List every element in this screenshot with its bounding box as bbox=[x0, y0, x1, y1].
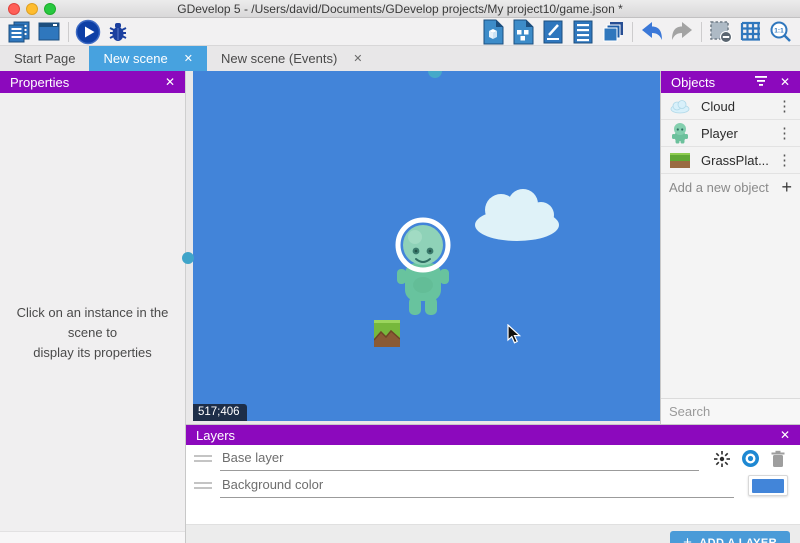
play-preview-icon[interactable] bbox=[73, 19, 103, 45]
cursor-coordinates: 517;406 bbox=[193, 404, 247, 421]
zoom-reset-icon[interactable]: 1:1 bbox=[766, 19, 796, 45]
debug-icon[interactable] bbox=[103, 19, 133, 45]
panel-resize-handle-left[interactable] bbox=[182, 252, 194, 264]
start-page-icon[interactable] bbox=[34, 19, 64, 45]
object-groups-icon[interactable] bbox=[598, 19, 628, 45]
drag-handle-icon[interactable] bbox=[194, 479, 212, 492]
layer-delete-icon[interactable] bbox=[770, 450, 786, 468]
tab-new-scene[interactable]: New scene ✕ bbox=[89, 46, 207, 71]
layer-visibility-icon[interactable] bbox=[741, 449, 760, 468]
cloud-instance[interactable] bbox=[465, 186, 561, 242]
grass-platform-object-icon bbox=[667, 152, 693, 169]
object-label: Cloud bbox=[693, 99, 775, 114]
scene-canvas[interactable]: 517;406 bbox=[193, 71, 660, 421]
grid-icon[interactable] bbox=[736, 19, 766, 45]
properties-empty-message: Click on an instance in the scene to dis… bbox=[0, 303, 185, 363]
layers-panel-title: Layers bbox=[196, 428, 235, 443]
drag-handle-icon[interactable] bbox=[194, 452, 212, 465]
undo-icon[interactable] bbox=[637, 19, 667, 45]
objects-panel: Objects ✕ Cloud ⋮ bbox=[660, 71, 800, 424]
window-title: GDevelop 5 - /Users/david/Documents/GDev… bbox=[177, 2, 623, 16]
events-list-icon[interactable] bbox=[568, 19, 598, 45]
redo-icon[interactable] bbox=[667, 19, 697, 45]
background-color-swatch[interactable] bbox=[748, 475, 788, 496]
properties-panel-title: Properties bbox=[10, 75, 69, 90]
macos-minimize-button[interactable] bbox=[26, 3, 38, 15]
object-label: Player bbox=[693, 126, 775, 141]
title-bar: GDevelop 5 - /Users/david/Documents/GDev… bbox=[0, 0, 800, 18]
layer-effects-icon[interactable] bbox=[713, 450, 731, 468]
plus-icon: + bbox=[683, 538, 692, 543]
add-layer-label: ADD A LAYER bbox=[699, 537, 777, 543]
object-row-player[interactable]: Player ⋮ bbox=[661, 120, 800, 147]
layer-row-base: Base layer bbox=[186, 445, 800, 472]
panel-resize-handle-top[interactable] bbox=[428, 71, 442, 78]
close-icon[interactable]: ✕ bbox=[780, 75, 790, 89]
main-toolbar: 1:1 bbox=[0, 18, 800, 46]
toolbar-separator bbox=[632, 22, 633, 42]
render-mask-icon[interactable] bbox=[706, 19, 736, 45]
object-row-cloud[interactable]: Cloud ⋮ bbox=[661, 93, 800, 120]
object-label: GrassPlat... bbox=[693, 153, 775, 168]
layers-panel-footer: + ADD A LAYER + ADD LIGHTING LAYER bbox=[186, 524, 800, 543]
tab-label: Start Page bbox=[14, 51, 75, 66]
player-object-icon bbox=[667, 122, 693, 144]
tab-close-icon[interactable]: ✕ bbox=[353, 52, 362, 65]
cloud-object-icon bbox=[667, 98, 693, 114]
tab-close-icon[interactable]: ✕ bbox=[184, 52, 193, 65]
close-icon[interactable]: ✕ bbox=[780, 428, 790, 442]
tab-bar: Start Page New scene ✕ New scene (Events… bbox=[0, 46, 800, 71]
layers-panel: Layers ✕ Base layer bbox=[185, 424, 800, 543]
tab-label: New scene (Events) bbox=[221, 51, 337, 66]
plus-icon: + bbox=[781, 177, 792, 198]
tab-start-page[interactable]: Start Page bbox=[0, 46, 89, 71]
filter-icon[interactable] bbox=[754, 75, 768, 90]
add-layer-button[interactable]: + ADD A LAYER bbox=[670, 531, 790, 543]
mouse-cursor bbox=[507, 324, 521, 344]
object-menu-icon[interactable]: ⋮ bbox=[775, 124, 794, 142]
edit-scene-icon[interactable] bbox=[538, 19, 568, 45]
object-menu-icon[interactable]: ⋮ bbox=[775, 97, 794, 115]
objects-search-bar bbox=[661, 398, 800, 424]
toolbar-separator bbox=[68, 22, 69, 42]
player-instance[interactable] bbox=[395, 213, 457, 317]
tab-new-scene-events[interactable]: New scene (Events) ✕ bbox=[207, 46, 377, 71]
grass-platform-instance[interactable] bbox=[374, 320, 400, 347]
toolbar-separator bbox=[701, 22, 702, 42]
objects-panel-title: Objects bbox=[671, 75, 715, 90]
add-object-button[interactable]: Add a new object + bbox=[661, 174, 800, 201]
instances-list-icon[interactable] bbox=[508, 19, 538, 45]
properties-panel-footer bbox=[0, 531, 185, 543]
background-color-label[interactable]: Background color bbox=[220, 473, 734, 498]
project-manager-icon[interactable] bbox=[4, 19, 34, 45]
add-object-label: Add a new object bbox=[669, 180, 781, 195]
object-row-grassplatform[interactable]: GrassPlat... ⋮ bbox=[661, 147, 800, 174]
close-icon[interactable]: ✕ bbox=[165, 75, 175, 89]
object-menu-icon[interactable]: ⋮ bbox=[775, 151, 794, 169]
svg-text:1:1: 1:1 bbox=[774, 27, 784, 34]
properties-panel: Properties ✕ Click on an instance in the… bbox=[0, 71, 186, 543]
layer-row-background-color: Background color bbox=[186, 472, 800, 499]
tab-label: New scene bbox=[103, 51, 167, 66]
macos-close-button[interactable] bbox=[8, 3, 20, 15]
macos-maximize-button[interactable] bbox=[44, 3, 56, 15]
search-input[interactable] bbox=[669, 404, 800, 419]
scene-properties-icon[interactable] bbox=[478, 19, 508, 45]
layer-name-field[interactable]: Base layer bbox=[220, 446, 699, 471]
